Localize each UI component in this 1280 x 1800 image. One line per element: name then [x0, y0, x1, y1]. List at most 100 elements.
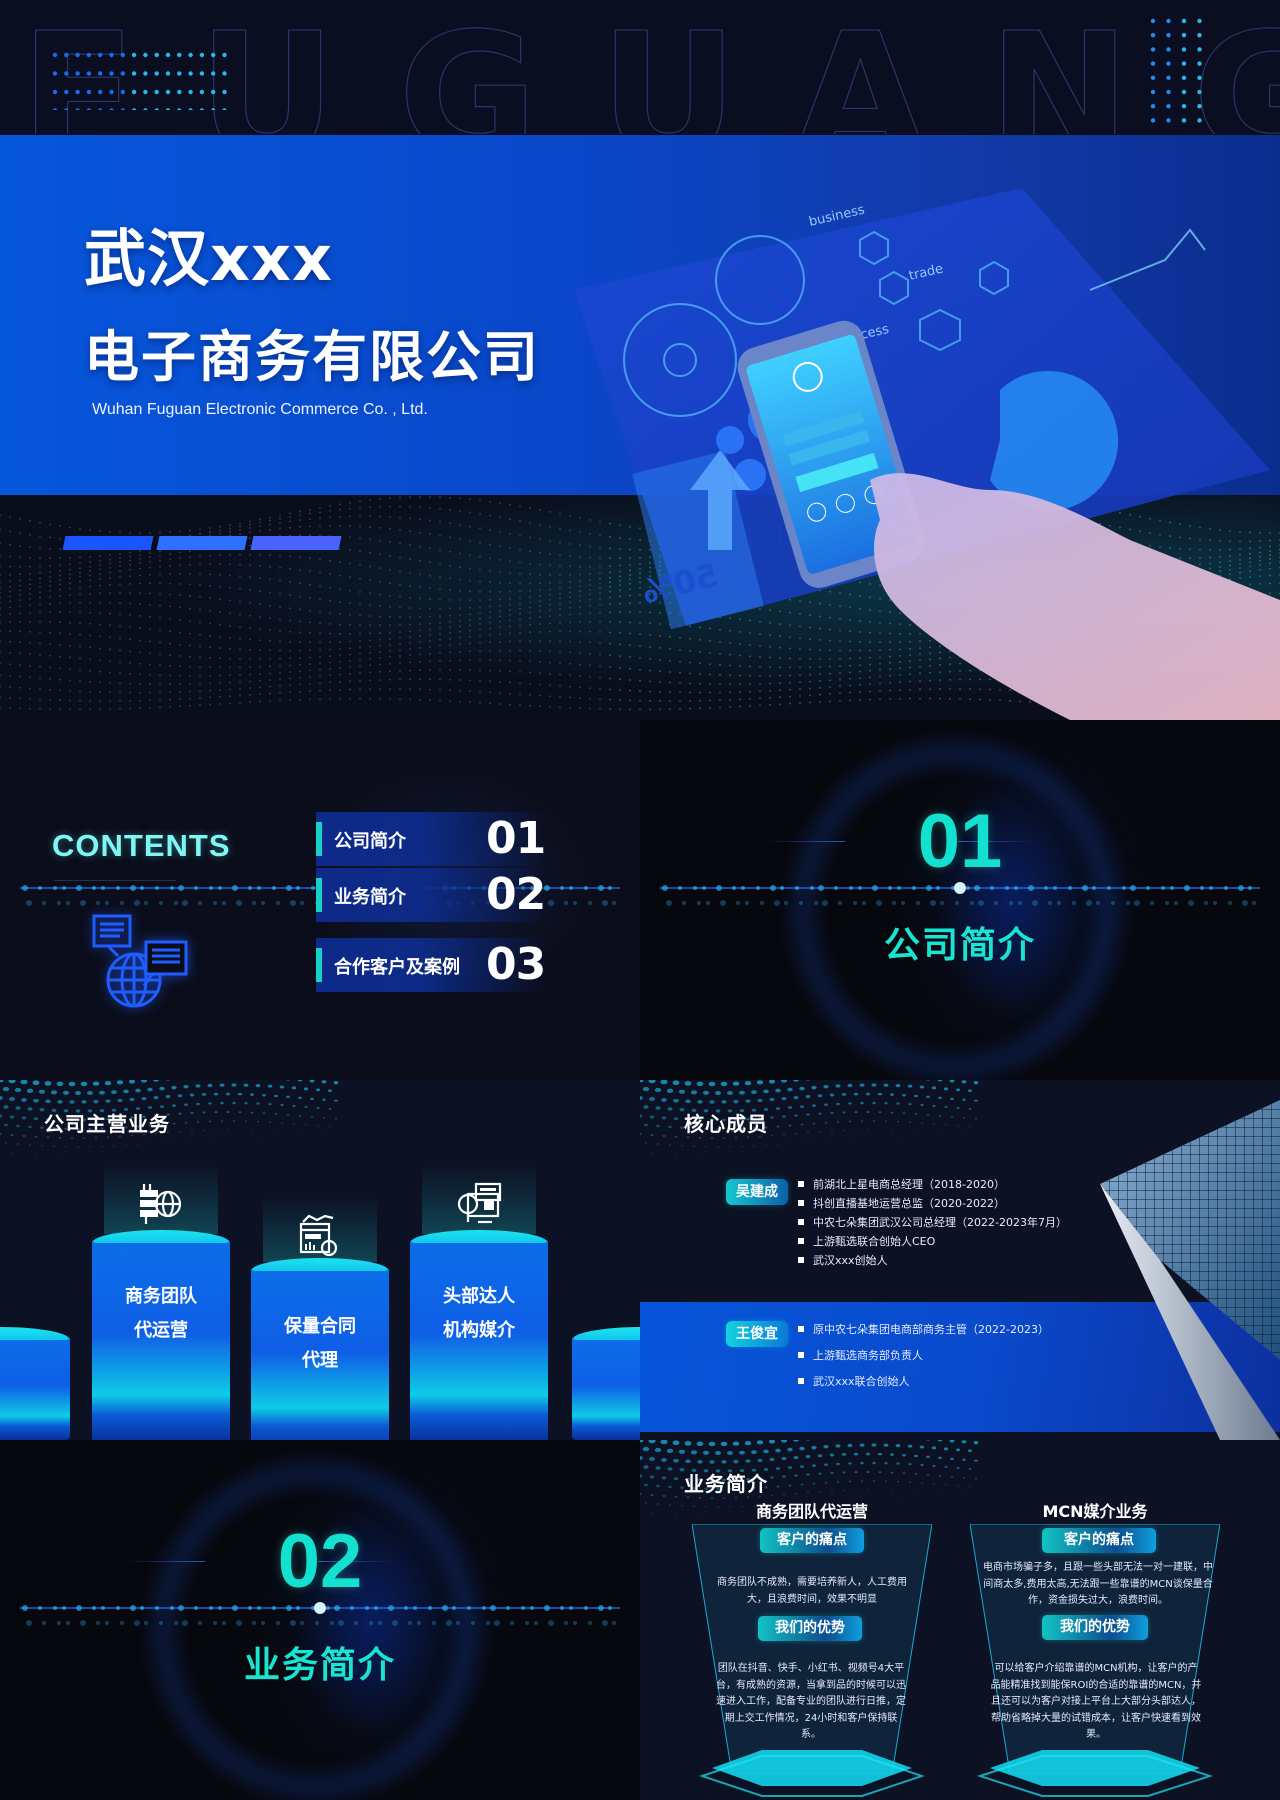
- particle: [519, 590, 521, 593]
- halftone-dot: [704, 1146, 708, 1148]
- halftone-dot: [813, 1141, 815, 1143]
- particle: [239, 525, 241, 528]
- particle: [519, 607, 521, 610]
- halftone-dot: [723, 1155, 725, 1157]
- halftone-dot: [208, 1102, 212, 1105]
- particle: [179, 655, 181, 657]
- halftone-dot: [921, 1140, 923, 1142]
- halftone-dot: [227, 1147, 229, 1149]
- beam-dot: [182, 1620, 188, 1626]
- beam-dot: [548, 900, 554, 906]
- particle: [329, 697, 331, 700]
- particle: [459, 589, 461, 592]
- particle: [259, 665, 261, 668]
- halftone-dot: [81, 1100, 87, 1104]
- halftone-dot: [788, 1484, 792, 1487]
- halftone-dot: [269, 1139, 271, 1141]
- particle: [29, 612, 31, 614]
- halftone-dot: [232, 1120, 236, 1122]
- halftone-dot: [805, 1440, 811, 1441]
- halftone-dot: [763, 1449, 769, 1454]
- particle: [499, 703, 501, 705]
- halftone-dot: [334, 1099, 338, 1102]
- halftone-dot: [745, 1099, 751, 1103]
- toc-item-business-intro[interactable]: 业务简介 02: [316, 868, 546, 922]
- particle: [39, 642, 41, 645]
- halftone-dot: [933, 1141, 935, 1143]
- contents-heading: CONTENTS: [52, 828, 231, 863]
- particle: [459, 636, 461, 639]
- particle: [379, 498, 381, 501]
- halftone-dot: [830, 1471, 834, 1475]
- halftone-dot: [770, 1134, 774, 1137]
- particle: [449, 614, 451, 617]
- particle: [49, 536, 51, 539]
- beam-dot: [1068, 886, 1072, 890]
- halftone-dot: [321, 1080, 327, 1084]
- toc-item-company-intro[interactable]: 公司简介 01: [316, 812, 546, 866]
- particle: [559, 696, 561, 698]
- dot: [1150, 104, 1156, 109]
- particle: [139, 639, 141, 642]
- beam-dot: [706, 901, 710, 905]
- halftone-dot: [757, 1458, 763, 1463]
- dot: [211, 108, 216, 110]
- halftone-dot: [938, 1456, 942, 1460]
- beam-dot: [584, 886, 588, 890]
- halftone-dot: [197, 1139, 199, 1141]
- toc-item-clients-cases[interactable]: 合作客户及案例 03: [316, 938, 546, 992]
- particle: [559, 685, 561, 687]
- particle: [499, 692, 501, 694]
- halftone-dot: [680, 1144, 684, 1147]
- particle: [509, 518, 511, 521]
- particle: [99, 659, 101, 662]
- particle: [149, 683, 151, 685]
- particle: [499, 615, 501, 618]
- halftone-dot: [323, 1153, 325, 1155]
- particle: [459, 643, 461, 646]
- particle: [249, 673, 251, 676]
- particle: [279, 527, 281, 530]
- halftone-dot: [299, 1151, 301, 1153]
- particle: [349, 659, 351, 662]
- beam-dot: [1044, 886, 1048, 890]
- particle: [469, 540, 471, 542]
- halftone-dot: [233, 1138, 235, 1140]
- particle: [429, 634, 431, 637]
- particle: [399, 556, 401, 559]
- halftone-dot: [655, 1106, 661, 1110]
- halftone-dot: [92, 1081, 100, 1086]
- particle: [389, 582, 391, 585]
- halftone-dot: [101, 1146, 103, 1148]
- particle: [389, 656, 391, 658]
- beam-dot: [42, 901, 46, 905]
- beam-dot: [159, 1621, 163, 1625]
- beam-dot: [232, 885, 238, 891]
- dot: [222, 52, 227, 58]
- pain-point-label: 客户的痛点: [1042, 1528, 1156, 1553]
- beam-dot: [236, 1620, 242, 1626]
- beam-dot: [92, 886, 96, 890]
- halftone-dot: [225, 1092, 231, 1096]
- particle: [389, 644, 391, 646]
- halftone-dot: [105, 1099, 111, 1103]
- halftone-dot: [836, 1121, 840, 1123]
- beam-dot: [392, 1620, 398, 1626]
- particle: [59, 525, 61, 528]
- particle: [529, 596, 531, 598]
- particle: [369, 632, 371, 635]
- particle: [319, 662, 321, 665]
- beam-dot: [101, 1606, 105, 1610]
- halftone-dot: [865, 1452, 871, 1456]
- halftone-dot: [817, 1454, 823, 1458]
- halftone-dot: [722, 1137, 726, 1139]
- particle: [199, 682, 201, 685]
- halftone-dot: [945, 1502, 947, 1504]
- particle: [379, 663, 381, 666]
- particle: [0, 696, 1, 699]
- particle: [519, 624, 521, 627]
- beam-dot: [888, 886, 892, 890]
- beam-dot: [525, 1621, 529, 1625]
- halftone-dot: [656, 1503, 660, 1505]
- halftone-dot: [890, 1453, 894, 1456]
